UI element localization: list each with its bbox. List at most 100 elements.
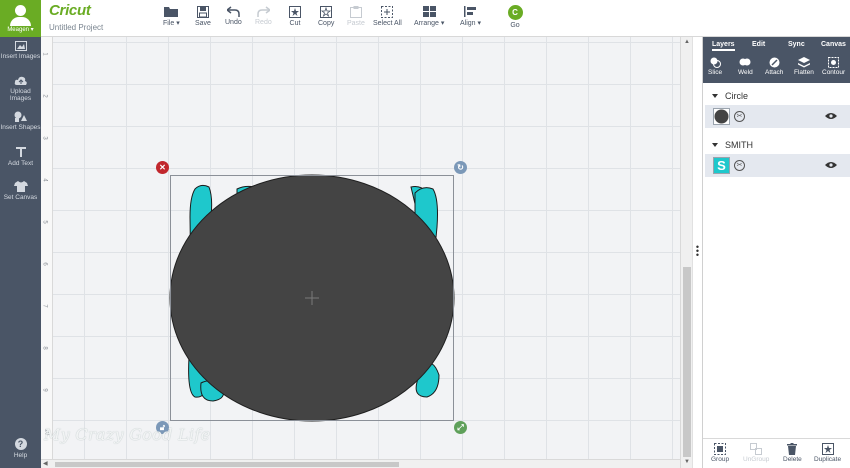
drag-handle-icon[interactable]: • • •: [695, 243, 700, 260]
redo-button[interactable]: Redo: [255, 6, 272, 26]
avatar-body: [10, 17, 31, 26]
go-button[interactable]: C Go: [507, 5, 523, 29]
flatten-icon: [797, 57, 810, 68]
resize-handle-icon[interactable]: ⤢: [454, 421, 467, 434]
select-all-button[interactable]: Select All: [373, 6, 402, 27]
delete-handle-icon[interactable]: ✕: [156, 161, 169, 174]
weld-label: Weld: [738, 69, 753, 76]
add-text-button[interactable]: Add Text: [0, 146, 41, 167]
insert-images-button[interactable]: Insert Images: [0, 41, 41, 60]
caret-down-icon[interactable]: [712, 94, 718, 98]
redo-label: Redo: [255, 19, 272, 26]
select-all-label: Select All: [373, 20, 402, 27]
avatar-icon: [15, 5, 26, 16]
caret-down-icon[interactable]: [712, 143, 718, 147]
save-icon: [196, 6, 209, 18]
scroll-up-icon[interactable]: ▲: [683, 38, 691, 46]
select-all-icon: [381, 6, 394, 18]
file-menu-button[interactable]: File ▾: [163, 6, 180, 27]
rotate-handle-icon[interactable]: ↻: [454, 161, 467, 174]
layer-row-circle[interactable]: ✂: [705, 105, 850, 128]
layer-group-smith[interactable]: SMITH: [703, 136, 850, 154]
watermark: My Crazy Good Life: [44, 425, 211, 444]
scissors-icon[interactable]: ✂: [734, 111, 745, 122]
duplicate-button[interactable]: Duplicate: [814, 443, 841, 463]
nav-label-upload-images: Upload Images: [9, 88, 32, 102]
horizontal-scroll-thumb[interactable]: [55, 462, 399, 467]
delete-label: Delete: [783, 456, 802, 463]
slice-icon: [710, 57, 721, 68]
contour-button[interactable]: Contour: [822, 57, 845, 76]
vertical-scrollbar[interactable]: ▲ ▼: [680, 37, 692, 468]
contour-label: Contour: [822, 69, 846, 76]
circle-thumb-icon: [714, 109, 729, 124]
smith-thumb-letter: S: [717, 158, 726, 173]
tab-edit[interactable]: Edit: [752, 41, 765, 48]
arrange-menu-button[interactable]: Arrange ▾: [414, 6, 444, 27]
insert-shapes-button[interactable]: Insert Shapes: [0, 111, 41, 131]
copy-icon: [320, 6, 333, 18]
upload-images-button[interactable]: Upload Images: [0, 76, 41, 102]
tab-sync[interactable]: Sync: [788, 41, 805, 48]
slice-button[interactable]: Slice: [708, 57, 722, 76]
ungroup-button[interactable]: UnGroup: [743, 443, 769, 463]
help-button[interactable]: ? Help: [0, 438, 41, 459]
scroll-down-icon[interactable]: ▼: [683, 458, 691, 466]
set-canvas-button[interactable]: Set Canvas: [0, 181, 41, 201]
nav-label-insert-shapes: Insert Shapes: [0, 124, 41, 131]
weld-icon: [739, 58, 751, 66]
panel-splitter[interactable]: • • •: [692, 37, 702, 468]
slice-label: Slice: [708, 69, 723, 76]
arrange-icon: [422, 6, 436, 17]
file-label: File ▾: [163, 20, 180, 27]
scroll-left-icon[interactable]: ◀: [43, 460, 48, 467]
redo-icon: [257, 6, 270, 17]
arrange-label: Arrange ▾: [414, 20, 445, 27]
cricut-logo: Cricut: [49, 2, 91, 19]
left-nav: Meagen ▾ Insert Images Upload Images Ins…: [0, 0, 41, 468]
design-canvas[interactable]: 1 2 3 4 5 6 7 8 9 10 ✕ ↻ 🔓︎ ⤢ My Crazy Good Life: [41, 37, 680, 459]
upload-cloud-icon: [14, 76, 27, 85]
user-menu-button[interactable]: Meagen ▾: [0, 0, 41, 37]
panel-tab-bar: Layers Edit Sync Canvas Slice Weld Attac…: [703, 37, 850, 83]
ungroup-label: UnGroup: [743, 456, 770, 463]
user-name: Meagen ▾: [7, 27, 34, 33]
group-button[interactable]: Group: [711, 443, 729, 463]
layers-panel: Layers Edit Sync Canvas Slice Weld Attac…: [702, 37, 850, 468]
delete-button[interactable]: Delete: [783, 443, 802, 463]
horizontal-scrollbar[interactable]: ◀: [41, 459, 680, 468]
attach-button[interactable]: Attach: [765, 57, 783, 76]
undo-button[interactable]: Undo: [225, 6, 242, 26]
flatten-label: Flatten: [794, 69, 814, 76]
weld-button[interactable]: Weld: [738, 57, 753, 76]
circle-layer-thumbnail: [713, 108, 730, 125]
layer-group-circle-label: Circle: [725, 91, 749, 101]
copy-button[interactable]: Copy: [318, 6, 334, 27]
layer-group-circle[interactable]: Circle: [703, 87, 850, 105]
text-icon: [15, 147, 26, 157]
paste-button[interactable]: Paste: [347, 6, 365, 27]
undo-icon: [226, 6, 240, 17]
cut-button[interactable]: Cut: [289, 6, 301, 27]
save-button[interactable]: Save: [195, 6, 211, 27]
cut-icon: [289, 6, 301, 18]
tab-layers[interactable]: Layers: [712, 41, 735, 51]
align-label: Align ▾: [460, 20, 482, 27]
help-icon: ?: [14, 438, 27, 450]
duplicate-label: Duplicate: [814, 456, 842, 463]
flatten-button[interactable]: Flatten: [794, 57, 814, 76]
project-title[interactable]: Untitled Project: [49, 23, 103, 32]
smith-layer-thumbnail: S: [713, 157, 730, 174]
vertical-scroll-thumb[interactable]: [683, 267, 691, 457]
tab-canvas[interactable]: Canvas: [821, 41, 846, 48]
nav-label-add-text: Add Text: [7, 160, 34, 167]
eye-icon[interactable]: [825, 112, 837, 120]
layer-row-smith[interactable]: S ✂: [705, 154, 850, 177]
group-label: Group: [711, 456, 730, 463]
selection-bounding-box: [170, 175, 454, 421]
scissors-icon[interactable]: ✂: [734, 160, 745, 171]
align-menu-button[interactable]: Align ▾: [460, 6, 481, 27]
shapes-icon: [14, 111, 27, 122]
eye-icon[interactable]: [825, 161, 837, 169]
cut-label: Cut: [289, 20, 301, 27]
